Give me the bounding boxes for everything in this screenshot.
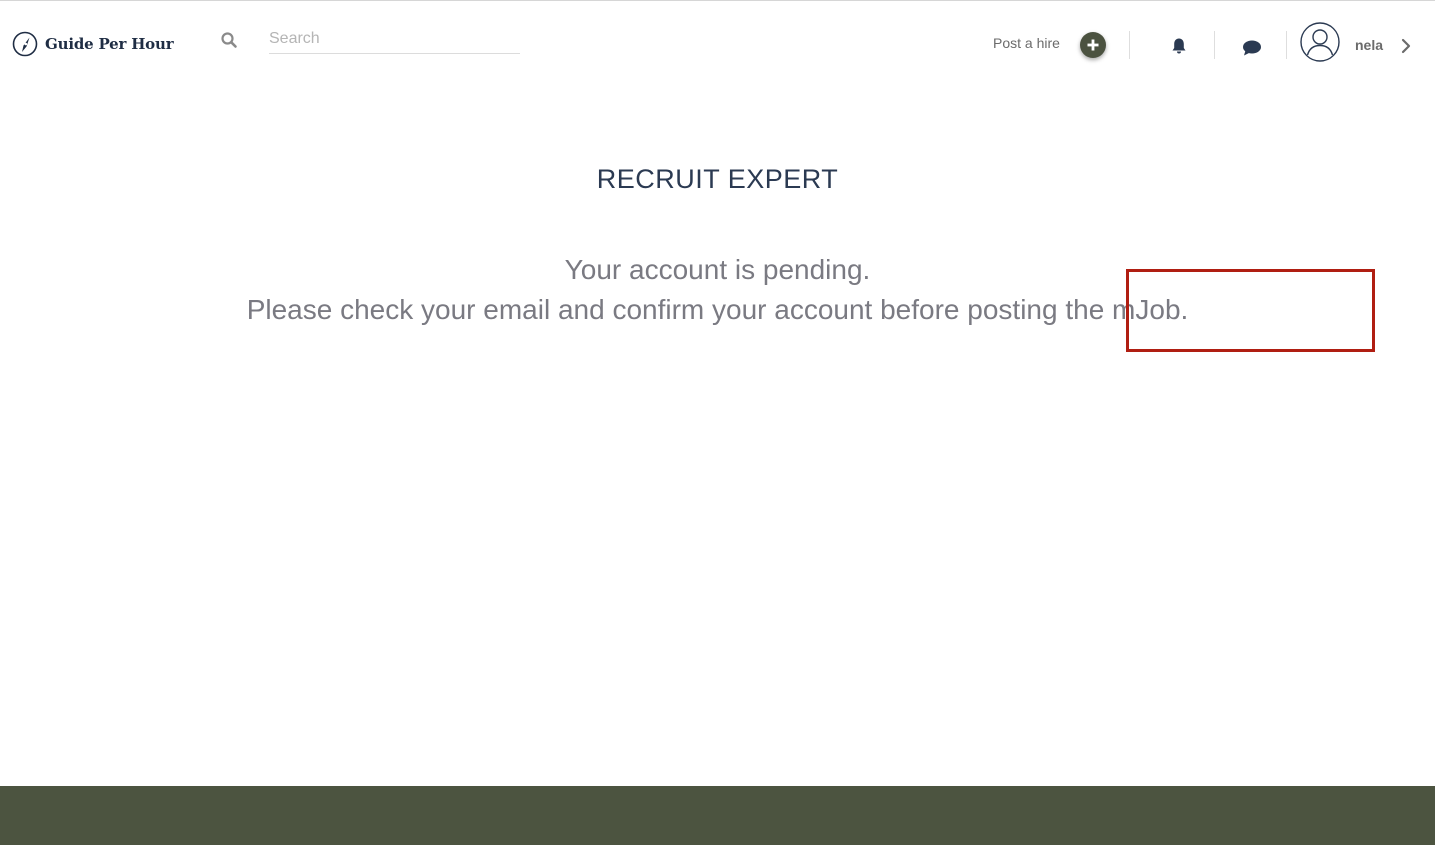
search-field [269, 27, 520, 54]
search-icon[interactable] [220, 31, 238, 49]
page: Guide Per Hour Post a hire [0, 0, 1435, 845]
user-avatar-icon[interactable] [1300, 22, 1340, 62]
top-nav: Guide Per Hour Post a hire [0, 1, 1435, 85]
username-label[interactable]: nela [1355, 37, 1383, 53]
post-hire-link[interactable]: Post a hire [993, 35, 1060, 51]
logo-text: Guide Per Hour [45, 35, 174, 53]
chevron-right-icon[interactable] [1400, 38, 1412, 54]
nav-divider [1214, 31, 1215, 59]
search-input[interactable] [269, 27, 520, 51]
highlight-annotation [1126, 269, 1375, 352]
compass-logo-icon [12, 31, 38, 57]
plus-icon [1087, 39, 1099, 51]
page-title: RECRUIT EXPERT [596, 164, 839, 194]
nav-divider [1286, 31, 1287, 59]
footer [0, 786, 1435, 845]
bell-icon[interactable] [1170, 37, 1188, 55]
chat-bubble-icon[interactable] [1242, 39, 1262, 57]
post-hire-button[interactable] [1080, 32, 1106, 58]
nav-divider [1129, 31, 1130, 59]
logo-link[interactable]: Guide Per Hour [11, 29, 174, 59]
